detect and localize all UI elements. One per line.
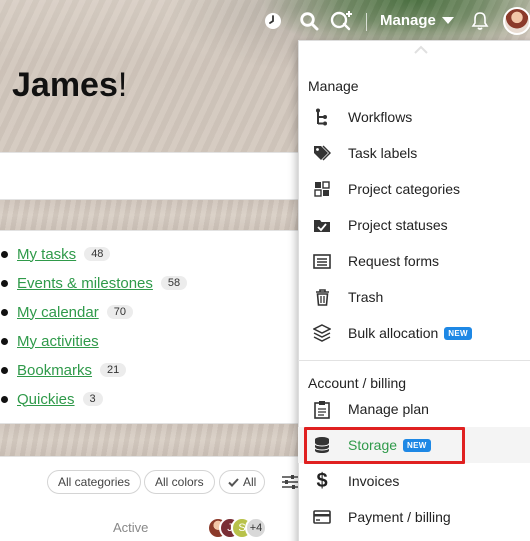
color-filter[interactable]: All colors (144, 470, 215, 494)
search-icon[interactable] (298, 10, 320, 32)
menu-item-label: Invoices (348, 473, 400, 489)
billing-heading: Account / billing (308, 375, 407, 391)
user-avatar[interactable] (503, 7, 530, 35)
clock-icon[interactable] (262, 10, 284, 32)
menu-item-task-labels[interactable]: Task labels (298, 135, 530, 171)
category-filter[interactable]: All categories (47, 470, 142, 494)
menu-item-label: Project categories (348, 181, 461, 197)
my-activities-link[interactable]: My activities (17, 333, 99, 350)
bullet (1, 308, 8, 316)
toolbar-divider (366, 13, 367, 31)
bullet (1, 366, 8, 374)
menu-item-project-statuses[interactable]: Project statuses (298, 207, 530, 243)
tag-icon (313, 144, 331, 162)
form-icon (313, 252, 331, 270)
sliders-icon[interactable] (282, 474, 298, 495)
menu-item-label: Request forms (348, 253, 440, 269)
chevron-up-icon (414, 45, 428, 54)
count-badge: 3 (82, 392, 103, 406)
menu-item-trash[interactable]: Trash (298, 279, 530, 315)
caret-down-icon (441, 16, 454, 24)
menu-item-label: Bulk allocation (348, 325, 439, 341)
categories-icon (313, 180, 331, 198)
bullet (1, 337, 8, 345)
trash-icon (313, 288, 331, 306)
my-tasks-link[interactable]: My tasks (17, 246, 76, 263)
list-item: Quickies 3 (0, 387, 103, 411)
bookmarks-link[interactable]: Bookmarks (17, 362, 92, 379)
bullet (1, 250, 8, 258)
more-members-count: +4 (249, 522, 263, 534)
more-members-badge[interactable]: +4 (245, 517, 267, 539)
menu-item-workflows[interactable]: Workflows (298, 99, 530, 135)
greeting-name: James (12, 66, 118, 104)
list-item: Bookmarks 21 (0, 358, 127, 382)
menu-item-payment-billing[interactable]: Payment / billing (298, 499, 530, 535)
credit-card-icon (313, 508, 331, 526)
all-filter-label: All (243, 475, 257, 489)
list-item: Events & milestones 58 (0, 271, 188, 295)
bullet (1, 279, 8, 287)
check-icon (228, 477, 239, 487)
greeting-punctuation: ! (117, 66, 128, 104)
manage-label: Manage (380, 12, 436, 29)
layers-icon (313, 324, 331, 342)
count-badge: 70 (106, 305, 133, 319)
menu-item-request-forms[interactable]: Request forms (298, 243, 530, 279)
count-badge: 48 (84, 247, 111, 261)
menu-item-label: Manage plan (348, 401, 429, 417)
manage-heading: Manage (308, 78, 359, 94)
my-calendar-link[interactable]: My calendar (17, 304, 99, 321)
manage-menu-button[interactable]: Manage (380, 12, 454, 29)
quickies-link[interactable]: Quickies (17, 391, 75, 408)
menu-item-label: Trash (348, 289, 384, 305)
all-filter[interactable]: All (219, 470, 266, 494)
menu-item-bulk-allocation[interactable]: Bulk allocation NEW (298, 315, 530, 351)
menu-item-label: Payment / billing (348, 509, 451, 525)
bullet (1, 395, 8, 403)
menu-item-label: Task labels (348, 145, 418, 161)
count-badge: 21 (100, 363, 127, 377)
menu-divider (298, 360, 530, 361)
menu-item-label: Project statuses (348, 217, 448, 233)
menu-item-project-categories[interactable]: Project categories (298, 171, 530, 207)
list-item: My tasks 48 (0, 242, 111, 266)
menu-item-label: Workflows (348, 109, 413, 125)
list-item: My activities (0, 329, 99, 353)
greeting-title: James! (12, 66, 127, 105)
workflow-icon (313, 108, 331, 126)
clipboard-icon (313, 400, 331, 419)
list-item: My calendar 70 (0, 300, 133, 324)
menu-item-manage-plan[interactable]: Manage plan (298, 391, 530, 427)
new-badge: NEW (444, 326, 472, 340)
events-milestones-link[interactable]: Events & milestones (17, 275, 153, 292)
color-filter-label: All colors (155, 475, 204, 489)
folder-check-icon (313, 216, 331, 234)
status-label: Active (113, 520, 149, 535)
category-filter-label: All categories (58, 475, 131, 489)
add-icon[interactable] (330, 10, 352, 32)
count-badge: 58 (160, 276, 188, 290)
dollar-icon: $ (316, 470, 328, 492)
menu-item-invoices[interactable]: $ Invoices (298, 463, 530, 499)
storage-highlight (304, 427, 465, 464)
bell-icon[interactable] (469, 10, 491, 32)
